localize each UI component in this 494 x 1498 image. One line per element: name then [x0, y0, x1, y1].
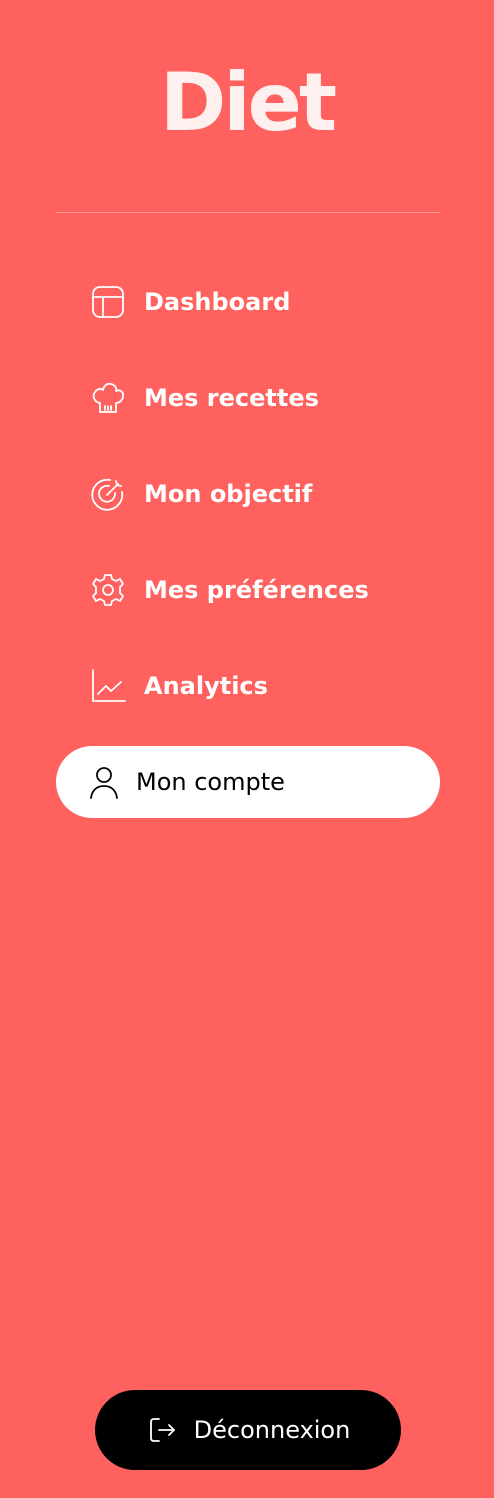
main-nav: Dashboard Mes recettes Mon objectif Mes …	[56, 266, 440, 842]
logout-icon	[146, 1414, 178, 1446]
nav-item-label: Analytics	[144, 672, 268, 700]
logout-label: Déconnexion	[193, 1416, 351, 1444]
nav-item-label: Mon objectif	[144, 480, 313, 508]
nav-item-label: Mes recettes	[144, 384, 319, 412]
target-icon	[89, 475, 127, 513]
logout-button[interactable]: Déconnexion	[95, 1390, 401, 1470]
chart-line-icon	[89, 667, 127, 705]
logo-text: Diet	[159, 56, 337, 149]
sidebar: Diet Dashboard Mes recettes Mon objectif…	[0, 0, 494, 1498]
nav-item-mon-objectif[interactable]: Mon objectif	[56, 458, 440, 530]
nav-item-mes-preferences[interactable]: Mes préférences	[56, 554, 440, 626]
nav-item-label: Mes préférences	[144, 576, 369, 604]
divider	[56, 212, 440, 213]
chef-hat-icon	[89, 379, 127, 417]
layout-icon	[89, 283, 127, 321]
user-icon	[86, 764, 122, 800]
nav-item-mon-compte[interactable]: Mon compte	[56, 746, 440, 818]
gear-icon	[89, 571, 127, 609]
nav-item-mes-recettes[interactable]: Mes recettes	[56, 362, 440, 434]
nav-item-label: Mon compte	[136, 768, 285, 796]
nav-item-dashboard[interactable]: Dashboard	[56, 266, 440, 338]
nav-item-analytics[interactable]: Analytics	[56, 650, 440, 722]
nav-item-label: Dashboard	[144, 288, 291, 316]
brand-logo[interactable]: Diet	[0, 58, 494, 148]
